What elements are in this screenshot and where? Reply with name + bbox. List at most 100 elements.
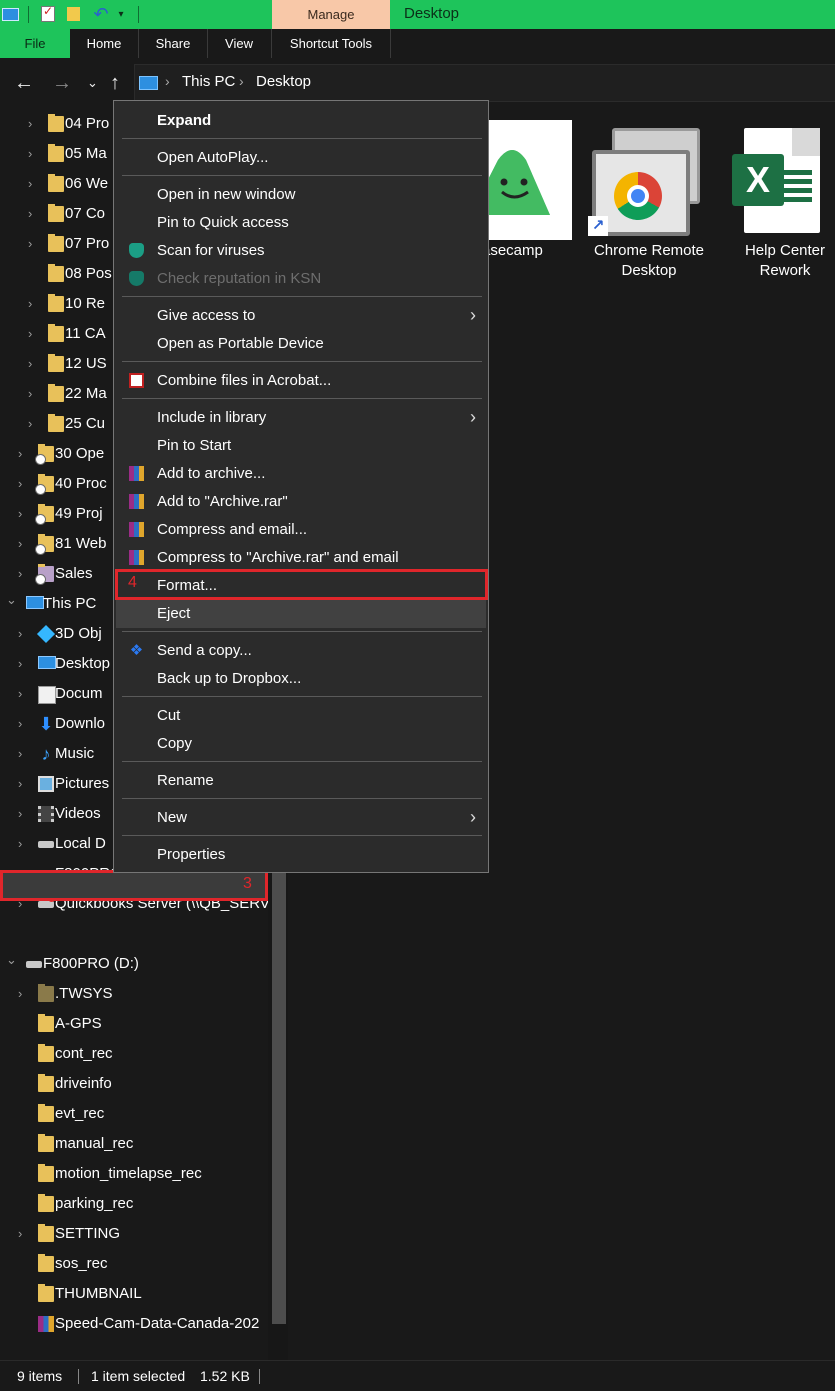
chevron-right-icon[interactable]: › <box>18 745 22 763</box>
chevron-right-icon[interactable]: › <box>18 775 22 793</box>
chevron-down-icon[interactable]: ⌄ <box>6 951 17 969</box>
recent-locations-chevron-icon[interactable]: ⌄ <box>87 71 98 95</box>
chevron-right-icon[interactable]: › <box>18 655 22 673</box>
nav-tree-item[interactable]: THUMBNAIL <box>0 1279 268 1309</box>
nav-tree-label: cont_rec <box>55 1045 113 1062</box>
manage-context-tab[interactable]: Manage <box>272 0 390 29</box>
nav-tree-label: 49 Proj <box>55 505 103 522</box>
chevron-right-icon[interactable]: › <box>18 565 22 583</box>
breadcrumb-separator-icon[interactable]: › <box>239 73 244 89</box>
nav-tree-item[interactable]: driveinfo <box>0 1069 268 1099</box>
chevron-right-icon[interactable]: › <box>18 535 22 553</box>
menu-item-open-as-portable-device[interactable]: Open as Portable Device <box>116 330 486 358</box>
tab-home[interactable]: Home <box>70 29 138 58</box>
customize-quick-access-icon[interactable]: ▾ <box>114 4 128 24</box>
menu-item-add-to-archive-rar[interactable]: Add to "Archive.rar" <box>116 488 486 516</box>
computer-icon[interactable] <box>1 4 19 24</box>
chevron-right-icon[interactable]: › <box>18 505 22 523</box>
chevron-right-icon[interactable]: › <box>18 445 22 463</box>
nav-tree-item[interactable]: manual_rec <box>0 1129 268 1159</box>
chevron-right-icon[interactable]: › <box>28 325 32 343</box>
chevron-right-icon[interactable]: › <box>18 1225 22 1243</box>
chevron-right-icon[interactable]: › <box>28 175 32 193</box>
menu-item-scan-for-viruses[interactable]: Scan for viruses <box>116 237 486 265</box>
nav-tree-item[interactable]: motion_timelapse_rec <box>0 1159 268 1189</box>
menu-item-give-access-to[interactable]: Give access to › <box>116 302 486 330</box>
nav-tree-item[interactable]: Speed-Cam-Data-Canada-202 <box>0 1309 268 1339</box>
menu-item-include-in-library[interactable]: Include in library › <box>116 404 486 432</box>
chevron-right-icon[interactable]: › <box>18 715 22 733</box>
menu-item-rename[interactable]: Rename <box>116 767 486 795</box>
nav-tree-item[interactable]: A-GPS <box>0 1009 268 1039</box>
breadcrumb-separator-icon[interactable]: › <box>165 73 170 89</box>
menu-item-eject[interactable]: Eject <box>116 600 486 628</box>
nav-tree-item[interactable]: cont_rec <box>0 1039 268 1069</box>
menu-item-compress-and-email[interactable]: Compress and email... <box>116 516 486 544</box>
nav-tree-item[interactable]: › SETTING <box>0 1219 268 1249</box>
chevron-right-icon[interactable]: › <box>18 475 22 493</box>
back-arrow-icon[interactable]: ← <box>14 71 34 95</box>
nav-tree-label: Local D <box>55 835 106 852</box>
forward-arrow-icon[interactable]: → <box>52 71 72 95</box>
menu-item-open-autoplay[interactable]: Open AutoPlay... <box>116 144 486 172</box>
menu-item-pin-to-quick-access[interactable]: Pin to Quick access <box>116 209 486 237</box>
chevron-right-icon[interactable]: › <box>28 235 32 253</box>
menu-item-compress-to-archive-rar-and-email[interactable]: Compress to "Archive.rar" and email <box>116 544 486 572</box>
menu-item-label: Properties <box>157 846 226 863</box>
menu-item-open-in-new-window[interactable]: Open in new window <box>116 181 486 209</box>
undo-icon[interactable]: ↶ <box>90 4 112 24</box>
chevron-right-icon[interactable]: › <box>18 985 22 1003</box>
chevron-right-icon[interactable]: › <box>28 415 32 433</box>
nav-tree-item[interactable]: ⌄ F800PRO (D:) <box>0 949 268 979</box>
chevron-right-icon[interactable]: › <box>28 385 32 403</box>
nav-tree-label: 05 Ma <box>65 145 107 162</box>
chevron-right-icon[interactable]: › <box>18 685 22 703</box>
address-bar[interactable]: › This PC › Desktop <box>134 64 835 102</box>
this-pc-icon <box>26 596 44 609</box>
nav-tree-label: Videos <box>55 805 101 822</box>
desktop-icon <box>38 656 56 669</box>
menu-item-back-up-to-dropbox[interactable]: Back up to Dropbox... <box>116 665 486 693</box>
chevron-right-icon[interactable]: › <box>28 355 32 373</box>
menu-item-pin-to-start[interactable]: Pin to Start <box>116 432 486 460</box>
nav-tree-item[interactable]: parking_rec <box>0 1189 268 1219</box>
folder-dark-icon <box>38 984 54 1002</box>
chevron-down-icon[interactable]: ⌄ <box>6 591 17 609</box>
menu-item-cut[interactable]: Cut <box>116 702 486 730</box>
menu-item-properties[interactable]: Properties <box>116 841 486 869</box>
menu-separator <box>122 361 482 362</box>
chevron-right-icon[interactable]: › <box>18 835 22 853</box>
ribbon-tabs: File Home Share View Shortcut Tools <box>0 29 835 59</box>
chevron-right-icon[interactable]: › <box>28 295 32 313</box>
menu-separator <box>122 175 482 176</box>
nav-tree-item[interactable]: › .TWSYS <box>0 979 268 1009</box>
desktop-item-label: asecamp <box>482 242 543 259</box>
menu-item-copy[interactable]: Copy <box>116 730 486 758</box>
menu-item-send-a-copy[interactable]: ❖ Send a copy... <box>116 637 486 665</box>
music-icon: ♪ <box>41 744 51 764</box>
new-folder-icon[interactable] <box>63 4 83 24</box>
tab-file[interactable]: File <box>0 29 70 58</box>
folder-icon <box>48 114 64 132</box>
chevron-right-icon[interactable]: › <box>28 145 32 163</box>
menu-separator <box>122 138 482 139</box>
menu-item-new[interactable]: New › <box>116 804 486 832</box>
chevron-right-icon[interactable]: › <box>18 625 22 643</box>
tab-shortcut-tools[interactable]: Shortcut Tools <box>272 29 390 58</box>
menu-item-expand[interactable]: Expand <box>116 107 486 135</box>
chevron-right-icon[interactable]: › <box>18 805 22 823</box>
nav-tree-item[interactable]: evt_rec <box>0 1099 268 1129</box>
breadcrumb-this-pc[interactable]: This PC <box>182 73 235 90</box>
menu-item-label: Add to "Archive.rar" <box>157 493 288 510</box>
properties-icon[interactable]: ✓ <box>38 4 58 24</box>
nav-tree-item[interactable]: sos_rec <box>0 1249 268 1279</box>
tab-view[interactable]: View <box>208 29 270 58</box>
breadcrumb-desktop[interactable]: Desktop <box>256 73 311 90</box>
tab-share[interactable]: Share <box>139 29 207 58</box>
nav-tree-label: F800PRO (D:) <box>43 955 139 972</box>
chevron-right-icon[interactable]: › <box>28 115 32 133</box>
chevron-right-icon[interactable]: › <box>28 205 32 223</box>
up-arrow-icon[interactable]: ↑ <box>110 71 120 95</box>
menu-item-add-to-archive[interactable]: Add to archive... <box>116 460 486 488</box>
menu-item-combine-files-in-acrobat[interactable]: Combine files in Acrobat... <box>116 367 486 395</box>
